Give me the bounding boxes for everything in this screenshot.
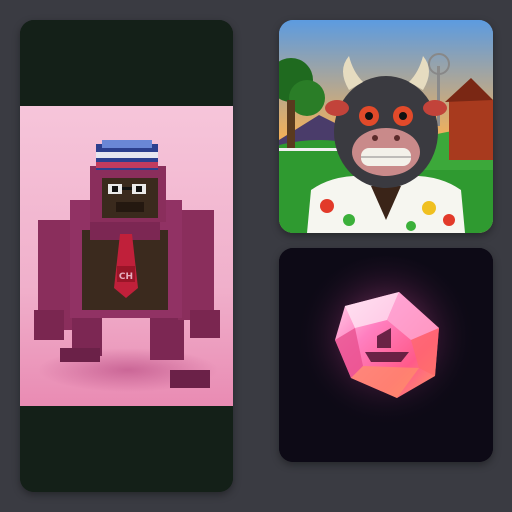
gorilla-artwork: CH xyxy=(20,20,233,492)
bull-artwork xyxy=(279,20,493,233)
bull-nft-card[interactable] xyxy=(279,20,493,233)
gem-nft-card[interactable] xyxy=(279,248,493,462)
gem-artwork xyxy=(279,248,493,462)
gorilla-tie-badge: CH xyxy=(119,272,133,282)
gorilla-nft-card[interactable]: CH xyxy=(20,20,233,492)
nft-gallery-grid: CH xyxy=(0,0,512,512)
